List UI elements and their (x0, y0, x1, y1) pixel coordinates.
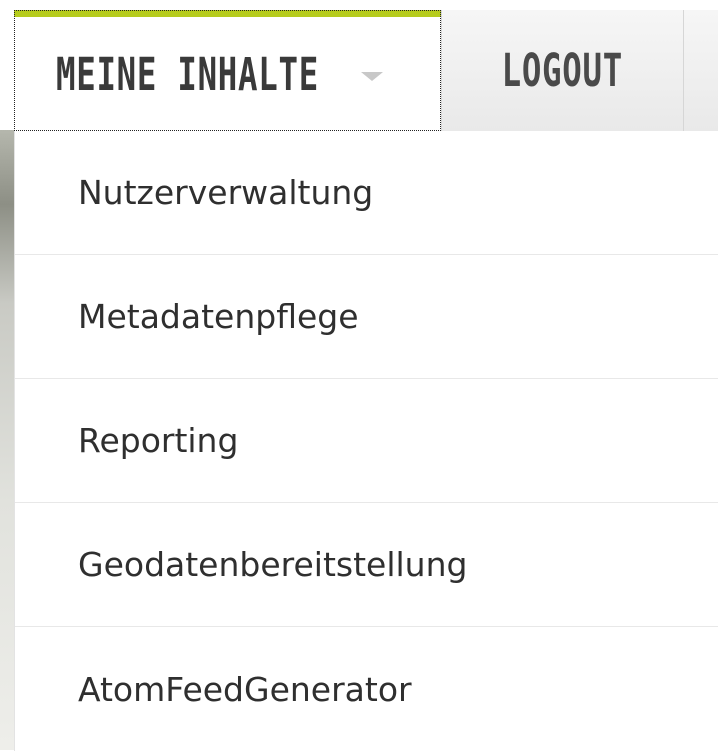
nav-item-my-content[interactable]: MEINE INHALTE (14, 10, 441, 131)
menu-item-geodatenbereitstellung[interactable]: Geodatenbereitstellung (15, 503, 718, 627)
menu-item-nutzerverwaltung[interactable]: Nutzerverwaltung (15, 131, 718, 255)
my-content-dropdown-menu: Nutzerverwaltung Metadatenpflege Reporti… (14, 131, 718, 751)
background-image-strip (0, 130, 14, 750)
caret-down-icon (361, 71, 384, 81)
top-navigation: MEINE INHALTE LOGOUT (14, 10, 718, 132)
menu-item-label: Geodatenbereitstellung (78, 545, 468, 584)
menu-item-label: AtomFeedGenerator (78, 669, 412, 709)
menu-item-label: Metadatenpflege (78, 297, 359, 336)
nav-item-next[interactable] (683, 10, 718, 131)
menu-item-label: Reporting (78, 421, 239, 460)
menu-item-reporting[interactable]: Reporting (15, 379, 718, 503)
menu-item-metadatenpflege[interactable]: Metadatenpflege (15, 255, 718, 379)
menu-item-label: Nutzerverwaltung (78, 173, 374, 212)
nav-item-my-content-label: MEINE INHALTE (56, 47, 319, 101)
nav-item-logout[interactable]: LOGOUT (441, 10, 683, 131)
nav-item-logout-label: LOGOUT (501, 44, 624, 97)
menu-item-atomfeedgenerator[interactable]: AtomFeedGenerator (15, 627, 718, 751)
